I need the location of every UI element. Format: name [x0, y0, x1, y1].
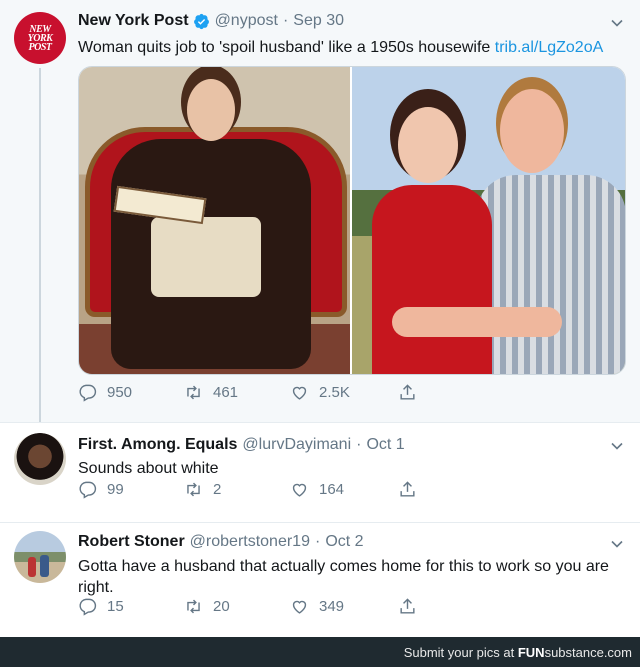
tweet-text: Sounds about white — [78, 460, 219, 477]
avatar-robert-stoner[interactable] — [14, 531, 66, 583]
reply-tweet[interactable]: Robert Stoner @robertstoner19 · Oct 2 Go… — [0, 522, 640, 637]
watermark-brand-bold: FUN — [517, 645, 545, 660]
reply-count: 99 — [107, 480, 124, 498]
tweet-header: Robert Stoner @robertstoner19 · Oct 2 — [78, 533, 364, 551]
retweet-icon — [187, 599, 200, 613]
tweet-header: New York Post @nypost · Sep 30 — [78, 12, 344, 30]
author-handle[interactable]: @lurvDayimani — [242, 436, 351, 454]
avatar-new-york-post[interactable]: NEW YORK POST — [14, 12, 66, 64]
separator-dot: · — [356, 436, 362, 453]
avatar-text-line: POST — [28, 41, 53, 53]
tweet-media[interactable] — [78, 66, 626, 375]
share-button[interactable] — [398, 597, 417, 616]
tweet-link[interactable]: trib.al/LgZo2oA — [495, 39, 604, 56]
photo-woman-reading[interactable] — [79, 67, 350, 374]
retweet-count: 2 — [213, 480, 222, 498]
author-handle[interactable]: @robertstoner19 — [190, 533, 310, 551]
photo-couple-embracing[interactable] — [352, 67, 625, 374]
main-tweet[interactable]: NEW YORK POST New York Post @nypost · Se… — [0, 0, 640, 422]
retweet-count: 461 — [213, 383, 239, 401]
like-icon — [292, 483, 307, 497]
tweet-date[interactable]: Sep 30 — [293, 12, 344, 30]
reply-button[interactable]: 950 — [78, 383, 132, 402]
tweet-text: Gotta have a husband that actually comes… — [78, 556, 609, 598]
retweet-button[interactable]: 20 — [184, 597, 230, 616]
reply-button[interactable]: 99 — [78, 480, 124, 499]
watermark-prefix: Submit your pics at — [403, 645, 518, 660]
share-icon — [400, 597, 415, 614]
thread-line — [39, 68, 41, 422]
share-button[interactable] — [398, 383, 417, 402]
tweet-header: First. Among. Equals @lurvDayimani · Oct… — [78, 436, 405, 454]
like-icon — [292, 600, 307, 614]
avatar-first-among-equals[interactable] — [14, 433, 66, 485]
author-name[interactable]: First. Among. Equals — [78, 436, 237, 454]
reply-icon — [79, 384, 97, 402]
retweet-button[interactable]: 461 — [184, 383, 238, 402]
verified-badge-icon — [193, 13, 210, 30]
reply-button[interactable]: 15 — [78, 597, 124, 616]
retweet-count: 20 — [213, 597, 230, 615]
reply-icon — [79, 481, 97, 499]
tweet-date[interactable]: Oct 2 — [325, 533, 363, 551]
like-icon — [292, 386, 307, 400]
like-button[interactable]: 2.5K — [290, 383, 350, 402]
author-handle[interactable]: @nypost — [215, 12, 278, 30]
tweet-text-line: Gotta have a husband that actually comes… — [78, 558, 609, 575]
tweet-text-line: right. — [78, 579, 114, 596]
like-count: 349 — [319, 597, 345, 615]
chevron-down-icon[interactable] — [610, 537, 624, 551]
tweet-text: Woman quits job to 'spoil husband' like … — [78, 37, 603, 58]
chevron-down-icon[interactable] — [610, 439, 624, 453]
tweet-body: Woman quits job to 'spoil husband' like … — [78, 39, 491, 56]
reply-count: 15 — [107, 597, 124, 615]
retweet-icon — [187, 482, 200, 496]
author-name[interactable]: Robert Stoner — [78, 533, 185, 551]
reply-tweet[interactable]: First. Among. Equals @lurvDayimani · Oct… — [0, 422, 640, 522]
reply-icon — [79, 598, 97, 616]
separator-dot: · — [282, 12, 289, 29]
watermark-brand-rest: substance.com — [544, 645, 632, 660]
like-button[interactable]: 349 — [290, 597, 344, 616]
like-count: 164 — [319, 480, 345, 498]
share-button[interactable] — [398, 480, 417, 499]
watermark-text: Submit your pics at FUNsubstance.com — [404, 645, 632, 660]
author-name[interactable]: New York Post — [78, 12, 189, 30]
retweet-icon — [187, 385, 200, 399]
watermark-bar: Submit your pics at FUNsubstance.com — [0, 637, 640, 667]
like-button[interactable]: 164 — [290, 480, 344, 499]
share-icon — [400, 383, 415, 400]
like-count: 2.5K — [319, 383, 350, 401]
separator-dot: · — [314, 533, 321, 550]
share-icon — [400, 480, 415, 497]
reply-count: 950 — [107, 383, 133, 401]
retweet-button[interactable]: 2 — [184, 480, 221, 499]
chevron-down-icon[interactable] — [610, 16, 624, 30]
tweet-date[interactable]: Oct 1 — [366, 436, 404, 454]
